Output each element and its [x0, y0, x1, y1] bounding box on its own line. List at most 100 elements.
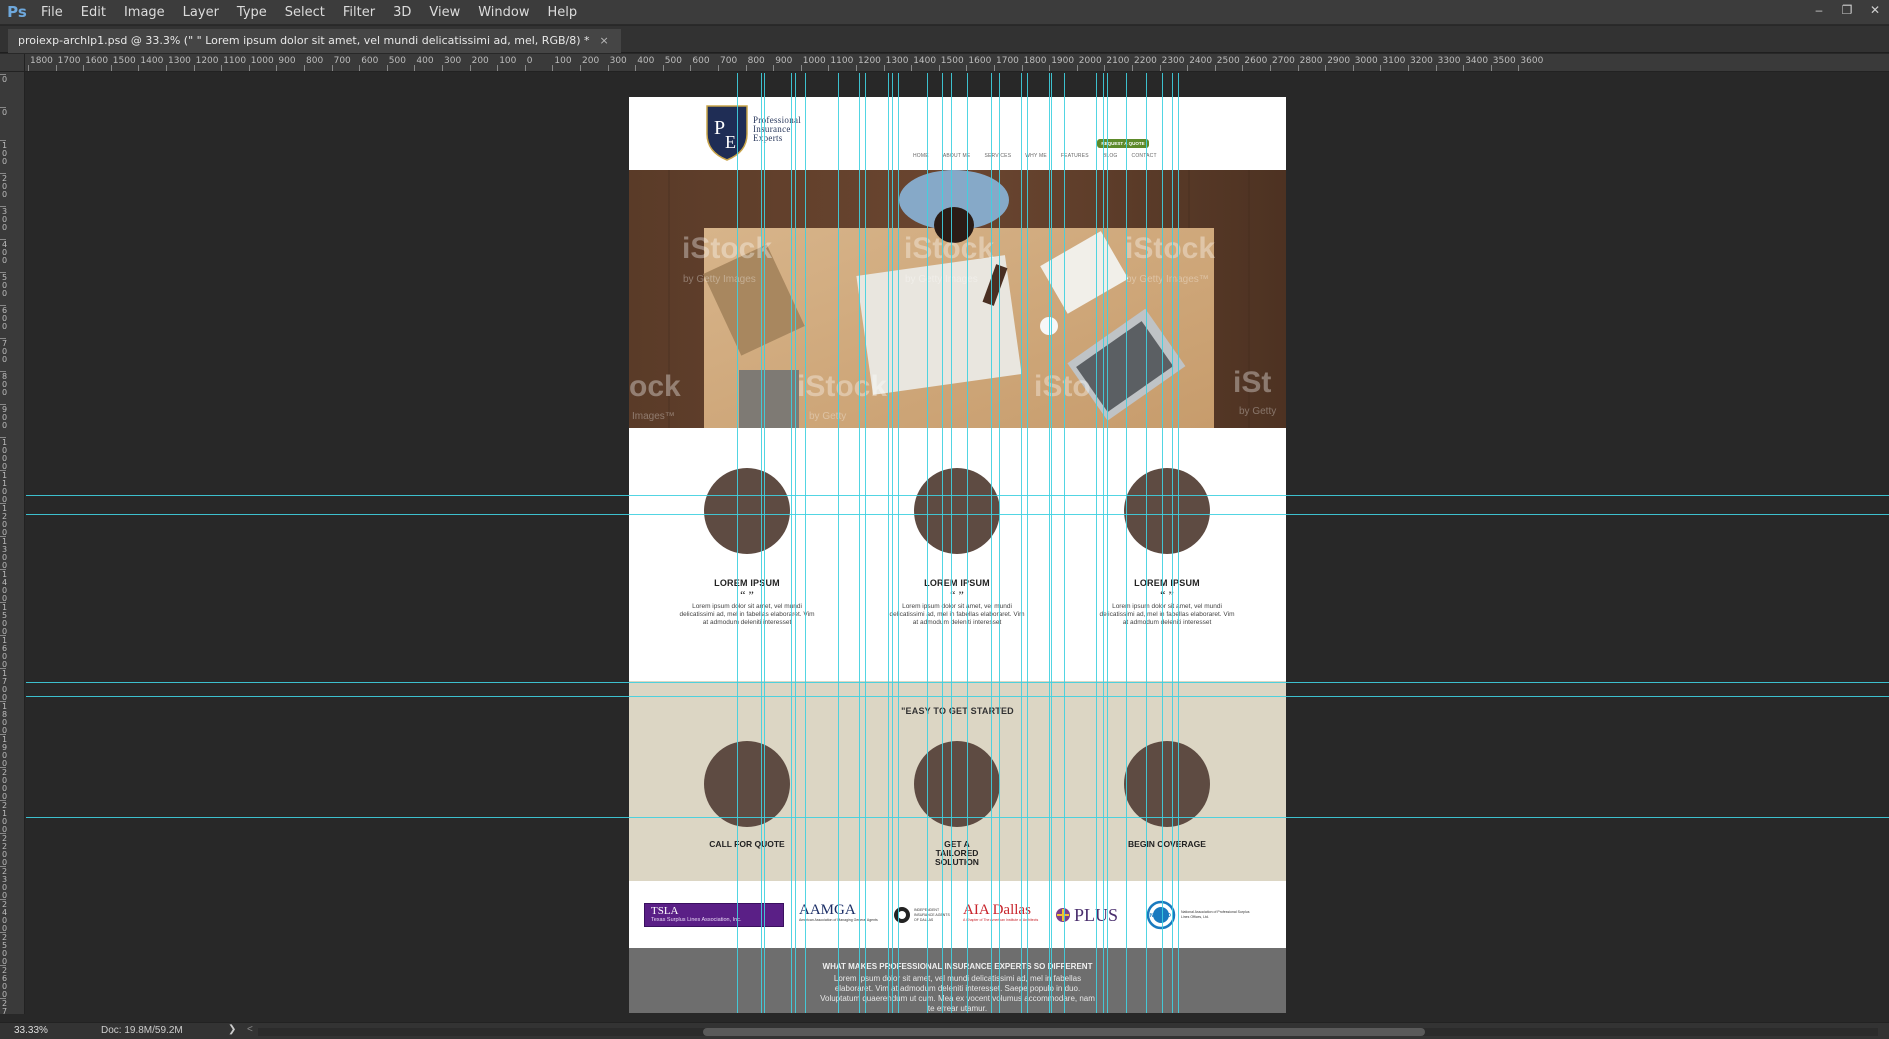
vertical-guide[interactable]	[764, 73, 765, 1013]
vertical-guide[interactable]	[951, 73, 952, 1013]
vertical-guide[interactable]	[1162, 73, 1163, 1013]
horizontal-guide[interactable]	[26, 514, 1889, 515]
vertical-ruler[interactable]: 0 0 100 200 300 400 500 600 700 800 900 1000 1100 120…	[0, 72, 25, 1014]
napslo-sub: National Association of Professional Sur…	[1181, 910, 1250, 919]
minimize-button[interactable]: –	[1805, 0, 1833, 20]
nav-link-contact[interactable]: CONTACT	[1132, 153, 1157, 159]
menu-type[interactable]: Type	[228, 0, 276, 25]
horizontal-guide[interactable]	[26, 495, 1889, 496]
ruler-label: 1700	[2, 669, 8, 702]
status-menu-arrow-icon[interactable]: ❯	[228, 1024, 236, 1035]
nav-link-services[interactable]: SERVICES	[984, 153, 1011, 159]
canvas-area[interactable]: P E Professional Insurance Experts REQUE…	[26, 73, 1889, 1013]
nav-link-features[interactable]: FEATURES	[1061, 153, 1089, 159]
vertical-guide[interactable]	[865, 73, 866, 1013]
vertical-guide[interactable]	[927, 73, 928, 1013]
vertical-guide[interactable]	[892, 73, 893, 1013]
vertical-guide[interactable]	[888, 73, 889, 1013]
ruler-tick	[1518, 65, 1520, 71]
ruler-tick	[856, 65, 857, 71]
ruler-tick	[552, 65, 554, 71]
vertical-guide[interactable]	[1051, 73, 1052, 1013]
vertical-guide[interactable]	[791, 73, 792, 1013]
ruler-label: 2700	[2, 999, 8, 1015]
ruler-label: 1100	[830, 56, 854, 66]
plus-logo: PLUS	[1055, 903, 1135, 927]
zoom-level[interactable]: 33.33%	[14, 1025, 48, 1036]
vertical-guide[interactable]	[999, 73, 1000, 1013]
close-window-button[interactable]: ✕	[1861, 0, 1889, 20]
vertical-guide[interactable]	[1103, 73, 1104, 1013]
scroll-left-icon[interactable]: <	[247, 1024, 253, 1035]
menu-edit[interactable]: Edit	[72, 0, 115, 25]
ruler-label: 1200	[2, 504, 8, 537]
vertical-guide[interactable]	[967, 73, 968, 1013]
ruler-label: 2400	[1189, 56, 1213, 66]
vertical-guide[interactable]	[1126, 73, 1127, 1013]
nav-link-why-me[interactable]: WHY ME	[1025, 153, 1047, 159]
ruler-tick	[1490, 65, 1492, 71]
vertical-guide[interactable]	[795, 73, 796, 1013]
horizontal-guide[interactable]	[26, 682, 1889, 683]
nav-link-blog[interactable]: BLOG	[1103, 153, 1118, 159]
vertical-guide[interactable]	[859, 73, 860, 1013]
vertical-guide[interactable]	[991, 73, 992, 1013]
document-tab-close-icon[interactable]: ×	[600, 29, 609, 53]
ruler-tick	[773, 65, 775, 71]
ruler-tick	[635, 65, 637, 71]
menu-help[interactable]: Help	[539, 0, 587, 25]
ruler-tick	[248, 65, 250, 71]
feature-body: Lorem ipsum dolor sit amet, vel mundi de…	[1099, 603, 1235, 626]
vertical-guide[interactable]	[1096, 73, 1097, 1013]
ruler-label: 900	[2, 405, 8, 430]
ruler-tick	[994, 65, 995, 71]
vertical-guide[interactable]	[1049, 73, 1050, 1013]
horizontal-guide[interactable]	[26, 817, 1889, 818]
restore-button[interactable]: ❐	[1833, 0, 1861, 20]
menu-3d[interactable]: 3D	[384, 0, 420, 25]
vertical-guide[interactable]	[761, 73, 762, 1013]
watermark-sub: by Getty Images™	[1126, 274, 1209, 285]
menu-file[interactable]: File	[32, 0, 72, 25]
vertical-guide[interactable]	[1021, 73, 1022, 1013]
vertical-guide[interactable]	[838, 73, 839, 1013]
watermark: iStock	[904, 232, 995, 265]
vertical-guide[interactable]	[898, 73, 899, 1013]
horizontal-guide[interactable]	[26, 696, 1889, 697]
document-canvas[interactable]: P E Professional Insurance Experts REQUE…	[629, 97, 1286, 1013]
ruler-label: 0	[2, 75, 8, 84]
ruler-label: 3600	[1520, 56, 1544, 66]
menu-select[interactable]: Select	[276, 0, 334, 25]
menu-layer[interactable]: Layer	[174, 0, 228, 25]
watermark-sub: by Getty Images	[683, 274, 756, 285]
vertical-guide[interactable]	[1146, 73, 1147, 1013]
ruler-tick	[938, 65, 940, 71]
scrollbar-thumb[interactable]	[703, 1028, 1425, 1036]
menu-image[interactable]: Image	[115, 0, 174, 25]
vertical-guide[interactable]	[1178, 73, 1179, 1013]
vertical-guide[interactable]	[942, 73, 943, 1013]
horizontal-scrollbar[interactable]	[258, 1028, 1878, 1036]
horizontal-ruler[interactable]: 1800 1700 1600 1500 1400 1300 1200 1100 1000 900 8…	[25, 54, 1889, 72]
vertical-guide[interactable]	[1172, 73, 1173, 1013]
feature-title: LOREM IPSUM	[924, 578, 990, 588]
vertical-guide[interactable]	[737, 73, 738, 1013]
ruler-corner[interactable]	[0, 54, 25, 72]
ruler-label: 100	[554, 56, 572, 66]
document-tab-title: proiexp-archlp1.psd @ 33.3% (" " Lorem i…	[18, 34, 590, 47]
document-tab[interactable]: proiexp-archlp1.psd @ 33.3% (" " Lorem i…	[8, 29, 621, 53]
vertical-guide[interactable]	[805, 73, 806, 1013]
ruler-tick	[1021, 65, 1023, 71]
ruler-tick	[1435, 65, 1437, 71]
menu-filter[interactable]: Filter	[334, 0, 384, 25]
napslo-name: NAPSLO	[1150, 913, 1171, 919]
vertical-guide[interactable]	[1107, 73, 1108, 1013]
request-quote-button[interactable]: REQUEST A QUOTE	[1097, 139, 1149, 148]
vertical-guide[interactable]	[1027, 73, 1028, 1013]
ruler-label: 100	[499, 56, 517, 66]
ruler-label: 1600	[2, 636, 8, 669]
menu-view[interactable]: View	[420, 0, 469, 25]
vertical-guide[interactable]	[1064, 73, 1065, 1013]
menu-window[interactable]: Window	[469, 0, 538, 25]
menu-items: File Edit Image Layer Type Select Filter 3D View…	[32, 0, 586, 25]
